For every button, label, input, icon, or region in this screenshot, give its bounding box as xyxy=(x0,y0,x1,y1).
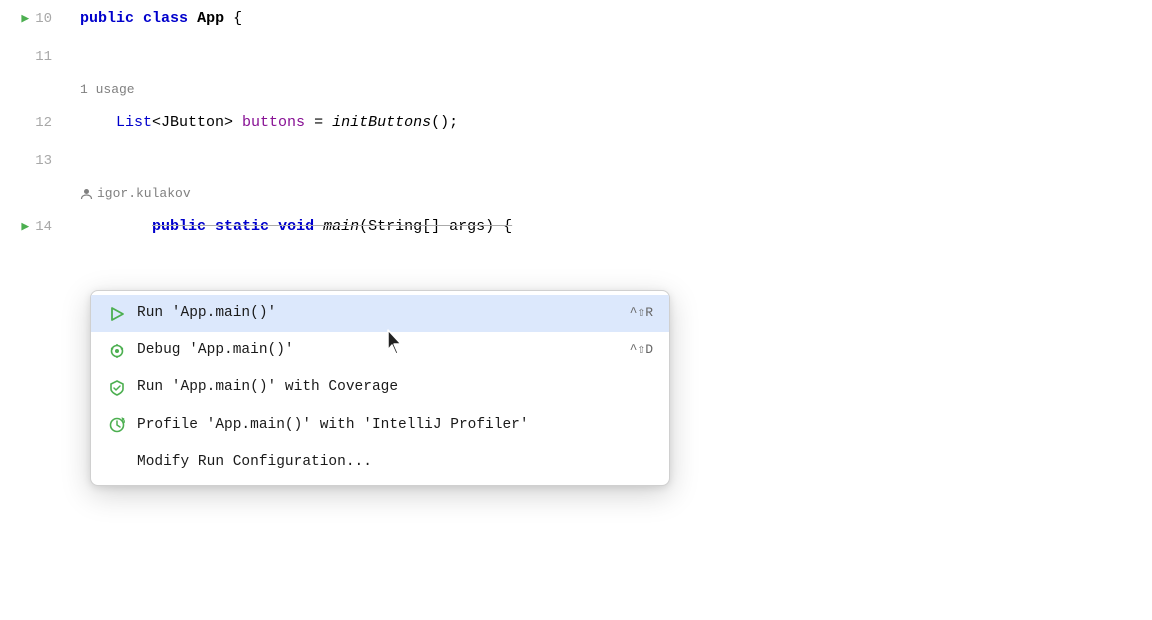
line-number-10: ▶ 10 xyxy=(0,8,68,30)
popup-coverage-label: Run 'App.main()' with Coverage xyxy=(137,376,653,399)
popup-item-modify[interactable]: Modify Run Configuration... xyxy=(91,444,669,481)
run-triangle-icon xyxy=(108,305,126,323)
run-gutter-10[interactable]: ▶ xyxy=(21,9,29,30)
code-editor: ▶ 10 public class App { 11 1 usage 12 Li… xyxy=(0,0,1152,620)
popup-modify-label: Modify Run Configuration... xyxy=(137,451,653,474)
popup-run-label: Run 'App.main()' xyxy=(137,302,620,325)
run-gutter-14[interactable]: ▶ xyxy=(21,217,29,238)
line-content-14: public static void main(String[] args) { xyxy=(68,191,512,263)
popup-item-run[interactable]: Run 'App.main()' ^⇧R xyxy=(91,295,669,332)
popup-run-shortcut: ^⇧R xyxy=(630,303,653,324)
modify-icon xyxy=(107,452,127,472)
code-line-13: 13 xyxy=(0,142,1152,180)
profile-clock-icon xyxy=(108,416,126,434)
popup-item-debug[interactable]: Debug 'App.main()' ^⇧D xyxy=(91,332,669,369)
code-line-11: 11 xyxy=(0,38,1152,76)
line-content-12: List<JButton> buttons = initButtons(); xyxy=(68,111,458,135)
popup-debug-label: Debug 'App.main()' xyxy=(137,339,620,362)
run-icon xyxy=(107,304,127,324)
line-number-12: 12 xyxy=(0,112,68,134)
coverage-shield-icon xyxy=(108,379,126,397)
popup-item-profile[interactable]: Profile 'App.main()' with 'IntelliJ Prof… xyxy=(91,407,669,444)
usage-hint: 1 usage xyxy=(68,80,135,101)
line-number-11: 11 xyxy=(0,46,68,68)
coverage-icon xyxy=(107,378,127,398)
line-number-14: ▶ 14 xyxy=(0,216,68,238)
popup-profile-label: Profile 'App.main()' with 'IntelliJ Prof… xyxy=(137,414,653,437)
profile-icon xyxy=(107,415,127,435)
line-content-10: public class App { xyxy=(68,7,242,31)
code-line-10: ▶ 10 public class App { xyxy=(0,0,1152,38)
debug-bug-icon xyxy=(108,342,126,360)
code-line-14: ▶ 14 public static void main(String[] ar… xyxy=(0,208,1152,246)
popup-debug-shortcut: ^⇧D xyxy=(630,340,653,361)
usage-hint-line: 1 usage xyxy=(0,76,1152,104)
context-menu-popup: Run 'App.main()' ^⇧R Debug 'App.main()' … xyxy=(90,290,670,486)
code-line-12: 12 List<JButton> buttons = initButtons()… xyxy=(0,104,1152,142)
debug-icon xyxy=(107,341,127,361)
popup-item-coverage[interactable]: Run 'App.main()' with Coverage xyxy=(91,369,669,406)
line-number-13: 13 xyxy=(0,150,68,172)
